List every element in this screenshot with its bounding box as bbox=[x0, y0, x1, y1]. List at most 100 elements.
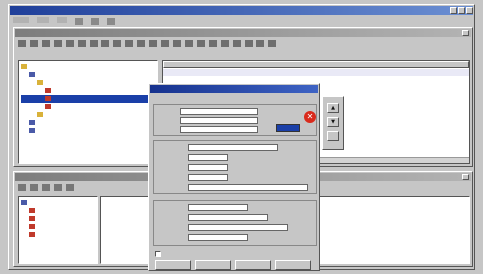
toolbar-icon[interactable] bbox=[137, 40, 146, 47]
main-menu-bar bbox=[13, 17, 473, 25]
document-icon bbox=[45, 96, 51, 101]
tree-item[interactable] bbox=[21, 63, 155, 71]
tree-item[interactable] bbox=[21, 207, 95, 215]
toolbar-icon[interactable] bbox=[90, 18, 99, 25]
toolbar-icon[interactable] bbox=[18, 184, 26, 191]
toolbar-icon[interactable] bbox=[172, 40, 181, 47]
toolbar-icon[interactable] bbox=[196, 40, 205, 47]
toolbar-icon[interactable] bbox=[18, 40, 26, 47]
dialog-checkbox[interactable] bbox=[155, 251, 161, 257]
toolbar-icon[interactable] bbox=[268, 40, 277, 47]
inner-tree-pane[interactable] bbox=[18, 60, 158, 164]
toolbar-icon[interactable] bbox=[53, 184, 62, 191]
toolbar-icon[interactable] bbox=[184, 40, 193, 47]
move-up-button[interactable]: ▲ bbox=[327, 103, 339, 113]
field-input[interactable] bbox=[188, 174, 228, 181]
folder-icon bbox=[29, 216, 35, 221]
move-down-button[interactable]: ▼ bbox=[327, 117, 339, 127]
side-action-button[interactable] bbox=[327, 131, 339, 141]
toolbar-icon[interactable] bbox=[244, 40, 253, 47]
toolbar-icon[interactable] bbox=[41, 184, 50, 191]
folder-icon bbox=[37, 112, 43, 117]
menu-placeholder-3[interactable] bbox=[56, 17, 67, 23]
computer-icon bbox=[29, 128, 35, 133]
field-input[interactable] bbox=[180, 108, 258, 115]
dialog-checkbox-row[interactable] bbox=[155, 250, 245, 258]
field-input[interactable] bbox=[188, 224, 288, 231]
dialog-top-label bbox=[155, 97, 265, 104]
inner-close-button[interactable] bbox=[462, 30, 469, 36]
field-input[interactable] bbox=[188, 234, 248, 241]
toolbar-icon[interactable] bbox=[53, 40, 62, 47]
toolbar-icon[interactable] bbox=[208, 40, 217, 47]
toolbar-icon[interactable] bbox=[29, 40, 38, 47]
field-input[interactable] bbox=[188, 164, 228, 171]
main-title-bar[interactable] bbox=[10, 6, 473, 15]
dialog-title-bar[interactable] bbox=[150, 85, 318, 93]
dialog-button-1[interactable] bbox=[155, 260, 191, 270]
computer-icon bbox=[29, 72, 35, 77]
toolbar-icon[interactable] bbox=[220, 40, 229, 47]
inner-toolbar bbox=[18, 40, 470, 50]
folder-icon bbox=[21, 64, 27, 69]
document-icon bbox=[45, 104, 51, 109]
toolbar-icon[interactable] bbox=[125, 40, 134, 47]
close-button[interactable] bbox=[466, 7, 473, 14]
tree-item[interactable] bbox=[21, 79, 155, 87]
computer-icon bbox=[21, 200, 27, 205]
tree-item[interactable] bbox=[21, 215, 95, 223]
tree-item[interactable] bbox=[21, 119, 155, 127]
field-input[interactable] bbox=[180, 117, 258, 124]
inner-title-bar[interactable] bbox=[15, 29, 471, 37]
side-button-panel: ▲ ▼ bbox=[322, 96, 344, 150]
computer-icon bbox=[29, 120, 35, 125]
tree-item[interactable] bbox=[21, 127, 155, 135]
tree-item[interactable] bbox=[21, 87, 155, 95]
maximize-button[interactable] bbox=[458, 7, 465, 14]
toolbar-icon[interactable] bbox=[74, 18, 83, 25]
toolbar-icon[interactable] bbox=[101, 40, 110, 47]
tree-item[interactable] bbox=[21, 71, 155, 79]
dialog-mid-group bbox=[153, 140, 317, 194]
field-input[interactable] bbox=[180, 126, 258, 133]
tree-item[interactable] bbox=[21, 231, 95, 239]
menu-placeholder-2[interactable] bbox=[36, 17, 49, 23]
field-input[interactable] bbox=[188, 214, 268, 221]
dialog-top-group: ✕ bbox=[153, 104, 317, 136]
field-input[interactable] bbox=[188, 184, 308, 191]
menu-placeholder-1[interactable] bbox=[13, 17, 29, 23]
field-input[interactable] bbox=[188, 154, 228, 161]
folder-icon bbox=[29, 224, 35, 229]
dialog-button-2[interactable] bbox=[195, 260, 231, 270]
field-input[interactable] bbox=[188, 144, 278, 151]
toolbar-icon[interactable] bbox=[65, 40, 74, 47]
toolbar-icon[interactable] bbox=[29, 184, 38, 191]
folder-icon bbox=[29, 208, 35, 213]
dialog-button-4[interactable] bbox=[275, 260, 311, 270]
toolbar-icon[interactable] bbox=[161, 40, 170, 47]
table-row[interactable] bbox=[163, 69, 469, 76]
toolbar-icon[interactable] bbox=[232, 40, 241, 47]
inner-address-label bbox=[20, 52, 80, 59]
field-input[interactable] bbox=[188, 204, 248, 211]
toolbar-icon[interactable] bbox=[77, 40, 86, 47]
toolbar-icon[interactable] bbox=[149, 40, 158, 47]
tree-item[interactable] bbox=[21, 103, 155, 111]
minimize-button[interactable] bbox=[450, 7, 457, 14]
dialog-button-3[interactable] bbox=[235, 260, 271, 270]
tree-item[interactable] bbox=[21, 199, 95, 207]
tree-item[interactable] bbox=[21, 111, 155, 119]
toolbar-icon[interactable] bbox=[65, 184, 74, 191]
toolbar-icon[interactable] bbox=[113, 40, 122, 47]
toolbar-icon[interactable] bbox=[256, 40, 265, 47]
table-header-row bbox=[163, 61, 469, 68]
folder-icon bbox=[37, 80, 43, 85]
tree-item[interactable] bbox=[21, 95, 155, 103]
lower-close-button[interactable] bbox=[462, 174, 469, 180]
toolbar-icon[interactable] bbox=[41, 40, 50, 47]
tree-item[interactable] bbox=[21, 223, 95, 231]
toolbar-icon[interactable] bbox=[89, 40, 98, 47]
lower-tree-pane[interactable] bbox=[18, 196, 98, 264]
error-icon: ✕ bbox=[304, 111, 316, 123]
toolbar-icon[interactable] bbox=[106, 18, 115, 25]
